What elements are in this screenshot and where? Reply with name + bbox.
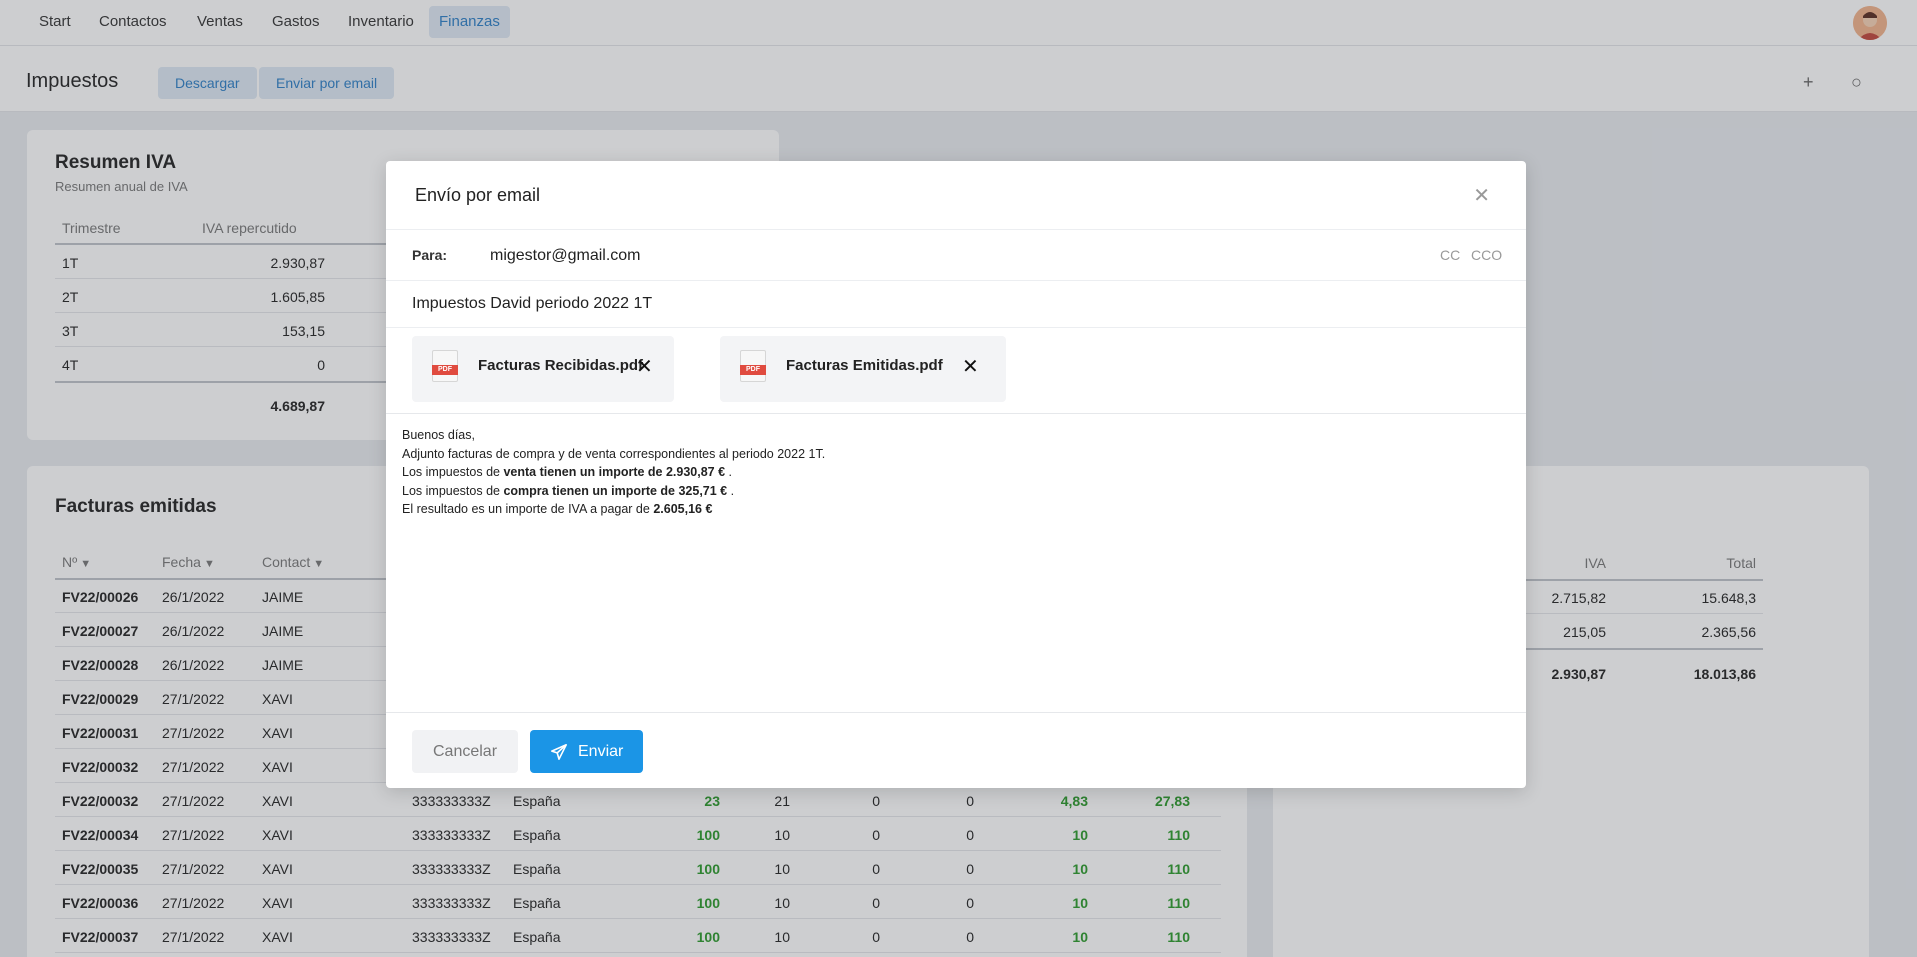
body-bold-text: compra tienen un importe de 325,71 € <box>503 483 728 498</box>
email-modal: Envío por email ✕ Para: CC CCO PDF Factu… <box>386 161 1526 788</box>
pdf-tag: PDF <box>740 365 766 375</box>
paper-plane-icon <box>550 743 568 761</box>
pdf-file-icon: PDF <box>432 350 458 382</box>
body-bold-text: venta tienen un importe de 2.930,87 € <box>503 465 726 479</box>
body-text: Los impuestos de <box>402 465 504 479</box>
body-line: Buenos días, <box>402 428 475 442</box>
to-email-input[interactable] <box>490 241 1350 271</box>
body-bold-text: 2.605,16 € <box>653 502 713 516</box>
cco-button[interactable]: CCO <box>1471 247 1502 263</box>
body-text: Los impuestos de <box>402 483 504 498</box>
body-line: El resultado es un importe de IVA a paga… <box>402 500 1510 519</box>
cc-button[interactable]: CC <box>1440 247 1460 263</box>
remove-attachment-icon[interactable]: ✕ <box>636 354 653 379</box>
send-button[interactable]: Enviar <box>530 730 643 773</box>
body-text: . <box>727 483 735 498</box>
attachment-name: Facturas Emitidas.pdf <box>786 357 943 374</box>
send-button-label: Enviar <box>578 743 624 760</box>
body-text: . <box>725 465 733 479</box>
subject-input[interactable] <box>412 288 1492 320</box>
to-label: Para: <box>412 247 448 263</box>
cancel-button[interactable]: Cancelar <box>412 730 518 773</box>
attachment-chip: PDF Facturas Recibidas.pdf ✕ <box>412 336 674 402</box>
body-line: Los impuestos de compra tienen un import… <box>402 482 1510 501</box>
email-body-editor[interactable]: Buenos días, Adjunto facturas de compra … <box>386 413 1526 713</box>
attachment-chip: PDF Facturas Emitidas.pdf ✕ <box>720 336 1006 402</box>
body-text: El resultado es un importe de IVA a paga… <box>402 502 654 516</box>
pdf-tag: PDF <box>432 365 458 375</box>
body-line: Adjunto facturas de compra y de venta co… <box>402 446 826 461</box>
pdf-file-icon: PDF <box>740 350 766 382</box>
modal-title: Envío por email <box>415 185 541 205</box>
body-line: Los impuestos de venta tienen un importe… <box>402 463 1510 482</box>
attachment-name: Facturas Recibidas.pdf <box>478 357 644 374</box>
remove-attachment-icon[interactable]: ✕ <box>962 354 979 379</box>
close-icon[interactable]: ✕ <box>1473 183 1490 208</box>
